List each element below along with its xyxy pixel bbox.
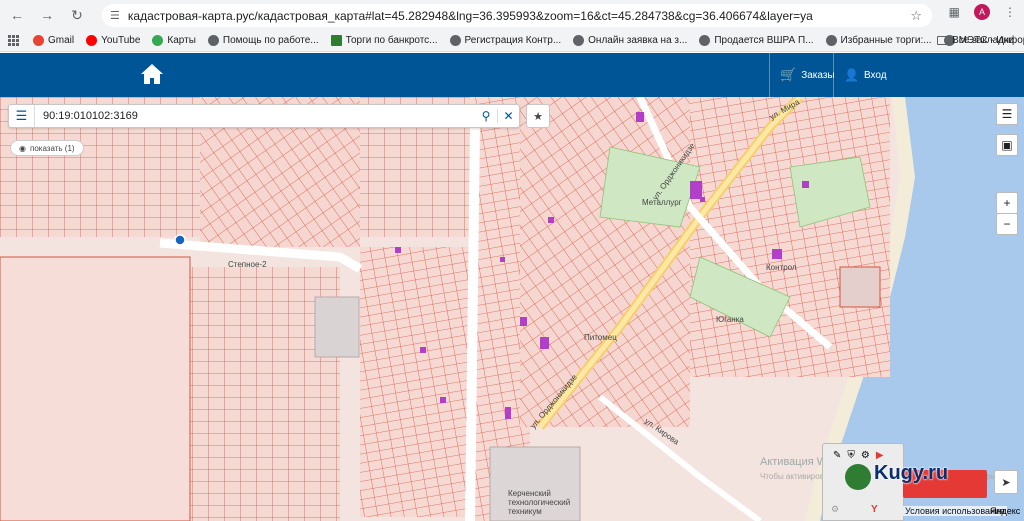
popup-icons: ✎ ⛨ ⚙ ▶ xyxy=(833,450,893,462)
folder-icon xyxy=(937,36,949,45)
cadastral-search: ☰ 90:19:010102:3169 ⚲ ✕ xyxy=(8,104,520,128)
yandex-y-icon[interactable]: Y xyxy=(871,504,878,515)
show-results-button[interactable]: ◉ показать (1) xyxy=(10,140,84,156)
favicon-icon xyxy=(152,35,164,46)
label-pitomec: Питомец xyxy=(584,333,617,342)
search-input[interactable]: 90:19:010102:3169 xyxy=(43,110,475,122)
label-metallurg: Металлург xyxy=(642,198,682,207)
bookmark-item[interactable]: YouTube xyxy=(86,35,140,46)
favicon-icon xyxy=(330,35,342,46)
profile-avatar[interactable]: A xyxy=(974,4,990,20)
url-text: кадастровая-карта.рус/кадастровая_карта#… xyxy=(127,8,813,23)
browser-actions: ▦ A ⋮ xyxy=(949,4,1016,20)
fullscreen-icon[interactable]: ▣ xyxy=(996,134,1018,156)
zoom-out-button[interactable]: − xyxy=(996,213,1018,235)
bookmark-item[interactable]: Карты xyxy=(152,35,196,46)
bookmark-item[interactable]: Регистрация Контр... xyxy=(449,35,561,46)
favicon-icon xyxy=(699,35,711,46)
mascot-icon xyxy=(845,464,871,490)
label-college: Керченский технологический техникум xyxy=(508,489,571,516)
label-kontrol: Контрол xyxy=(766,263,797,272)
browser-menu-icon[interactable]: ⋮ xyxy=(1004,5,1016,19)
favicon-icon xyxy=(449,35,461,46)
all-bookmarks[interactable]: Все закладки xyxy=(937,35,1014,46)
eye-icon: ◉ xyxy=(19,143,26,153)
bookmark-item[interactable]: Избранные торги:... xyxy=(825,35,932,46)
bookmarks-bar: Gmail YouTube Карты Помощь по работе... … xyxy=(0,30,1024,52)
cart-icon: 🛒 xyxy=(780,67,797,82)
geolocation-icon[interactable]: ➤ xyxy=(994,470,1018,494)
bookmark-item[interactable]: Онлайн заявка на з... xyxy=(573,35,687,46)
favorite-star-icon[interactable]: ★ xyxy=(526,104,550,128)
shield-icon: ⛨ xyxy=(847,450,855,461)
user-icon: 👤 xyxy=(844,68,859,82)
bookmark-item[interactable]: Gmail xyxy=(33,35,74,46)
favicon-icon xyxy=(207,35,219,46)
site-info-icon[interactable]: ☰ xyxy=(110,9,120,22)
brand-watermark: Kugy.ru xyxy=(874,462,949,484)
home-icon[interactable] xyxy=(140,63,164,85)
settings-icon[interactable]: ⚙ xyxy=(831,504,839,515)
favicon-icon xyxy=(33,35,44,46)
layers-icon[interactable]: ☰ xyxy=(996,103,1018,125)
zoom-in-button[interactable]: + xyxy=(996,192,1018,214)
video-icon: ▶ xyxy=(875,450,884,461)
browser-toolbar: ← → ↻ ⌂ ☰ кадастровая-карта.рус/кадастро… xyxy=(0,0,1024,30)
back-icon[interactable]: ← xyxy=(4,2,30,28)
reload-icon[interactable]: ↻ xyxy=(64,2,90,28)
yandex-logo[interactable]: Яндекс xyxy=(990,506,1020,516)
site-header: 🛒 Заказы 👤 Вход xyxy=(0,53,1024,97)
brush-icon: ✎ xyxy=(833,450,842,461)
location-marker[interactable] xyxy=(174,234,186,246)
bookmark-item[interactable]: Помощь по работе... xyxy=(207,35,319,46)
extensions-icon[interactable]: ▦ xyxy=(949,5,960,19)
favicon-icon xyxy=(86,35,98,46)
globe-icon: ⚙ xyxy=(860,450,870,461)
address-bar[interactable]: ☰ кадастровая-карта.рус/кадастровая_карт… xyxy=(102,4,932,27)
apps-icon[interactable] xyxy=(8,34,19,47)
login-button[interactable]: 👤 Вход xyxy=(833,53,897,97)
bookmark-item[interactable]: Торги по банкротс... xyxy=(330,35,438,46)
menu-icon[interactable]: ☰ xyxy=(9,105,35,127)
search-icon[interactable]: ⚲ xyxy=(475,109,497,123)
bookmark-star-icon[interactable]: ☆ xyxy=(910,8,922,24)
label-yuganka: Юганка xyxy=(716,315,744,324)
favicon-icon xyxy=(573,35,585,46)
forward-icon[interactable]: → xyxy=(34,2,60,28)
label-stepnoe: Степное-2 xyxy=(228,260,267,269)
bookmark-item[interactable]: Продается ВШРА П... xyxy=(699,35,814,46)
favicon-icon xyxy=(825,35,837,46)
close-icon[interactable]: ✕ xyxy=(497,109,519,123)
